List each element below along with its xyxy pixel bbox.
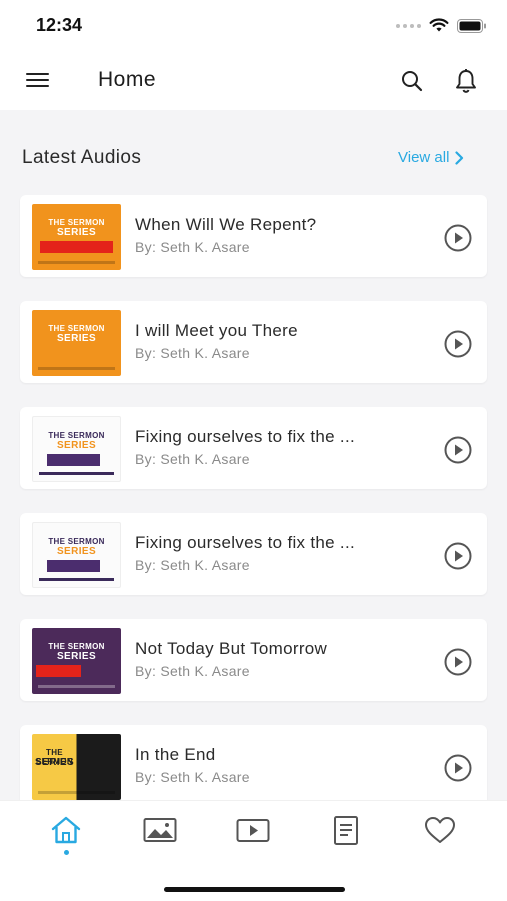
- thumbnail-footer: [39, 472, 114, 475]
- audio-card[interactable]: THE SERMON SERIES Fixing ourselves to fi…: [20, 513, 487, 595]
- thumbnail-banner: [47, 454, 100, 466]
- thumbnail-line-2: SERIES: [34, 757, 75, 768]
- thumbnail-line-1: THE SERMON: [48, 431, 105, 440]
- menu-icon[interactable]: [26, 71, 50, 89]
- audio-thumbnail: THE SERMON SERIES: [32, 522, 121, 588]
- thumbnail-line-2: SERIES: [56, 227, 97, 238]
- audio-card[interactable]: THE SERMON SERIES Not Today But Tomorrow…: [20, 619, 487, 701]
- view-all-link[interactable]: View all: [398, 149, 464, 166]
- video-icon[interactable]: [236, 815, 270, 845]
- status-bar: 12:34: [0, 0, 507, 52]
- audio-thumbnail: THE SERMON SERIES: [32, 204, 121, 270]
- signal-icon: [396, 23, 421, 28]
- thumbnail-line-2: SERIES: [56, 440, 97, 451]
- audio-thumbnail: THE SERMON SERIES: [32, 416, 121, 482]
- thumbnail-footer: [38, 685, 115, 688]
- audio-card[interactable]: THE SERMON SERIES When Will We Repent? B…: [20, 195, 487, 277]
- status-icons: [396, 18, 487, 33]
- play-icon[interactable]: [444, 224, 472, 252]
- app-header: Home: [0, 52, 507, 110]
- search-icon[interactable]: [400, 69, 424, 93]
- audio-card[interactable]: THE SERMON SERIES I will Meet you There …: [20, 301, 487, 383]
- audio-author: By: Seth K. Asare: [135, 345, 250, 361]
- page-title: Home: [98, 68, 157, 91]
- thumbnail-line-1: THE SERMON: [48, 537, 105, 546]
- audio-title: When Will We Repent?: [135, 215, 317, 234]
- active-tab-indicator: [64, 850, 69, 855]
- audio-thumbnail: THE SERMON SERIES: [32, 310, 121, 376]
- home-indicator: [164, 887, 345, 892]
- audio-title: Not Today But Tomorrow: [135, 639, 328, 658]
- thumbnail-banner: [40, 241, 113, 253]
- chevron-right-icon: [455, 150, 464, 165]
- thumbnail-footer: [38, 367, 115, 370]
- thumbnail-banner: [36, 665, 81, 677]
- wifi-icon: [429, 18, 449, 32]
- thumbnail-line-1: THE SERMON: [48, 642, 105, 651]
- audio-title: In the End: [135, 745, 216, 764]
- thumbnail-line-2: SERIES: [56, 651, 97, 662]
- audio-title: I will Meet you There: [135, 321, 298, 340]
- thumbnail-footer: [38, 791, 115, 794]
- play-icon[interactable]: [444, 436, 472, 464]
- bell-icon[interactable]: [454, 68, 478, 94]
- heart-icon[interactable]: [423, 815, 457, 845]
- thumbnail-banner: [47, 560, 100, 572]
- audio-card[interactable]: THE SERMON SERIES Fixing ourselves to fi…: [20, 407, 487, 489]
- play-icon[interactable]: [444, 648, 472, 676]
- play-icon[interactable]: [444, 754, 472, 782]
- audio-author: By: Seth K. Asare: [135, 769, 250, 785]
- home-icon[interactable]: [49, 815, 83, 845]
- battery-icon: [457, 18, 486, 33]
- play-icon[interactable]: [444, 542, 472, 570]
- audio-thumbnail: THE SERMON SERIES: [32, 628, 121, 694]
- image-icon[interactable]: [143, 815, 177, 845]
- play-icon[interactable]: [444, 330, 472, 358]
- view-all-label: View all: [398, 149, 450, 166]
- section-title: Latest Audios: [22, 147, 142, 168]
- audio-thumbnail: THE SERMON SERIES: [32, 734, 121, 800]
- audio-author: By: Seth K. Asare: [135, 663, 250, 679]
- audio-title: Fixing ourselves to fix the ...: [135, 427, 355, 446]
- status-time: 12:34: [36, 15, 83, 35]
- audio-title: Fixing ourselves to fix the ...: [135, 533, 355, 552]
- thumbnail-footer: [39, 578, 114, 581]
- audio-card[interactable]: THE SERMON SERIES In the End By: Seth K.…: [20, 725, 487, 807]
- bottom-nav: [0, 800, 507, 901]
- thumbnail-line-1: THE SERMON: [48, 218, 105, 227]
- thumbnail-footer: [38, 261, 115, 264]
- document-icon[interactable]: [329, 815, 363, 845]
- thumbnail-line-1: THE SERMON: [48, 324, 105, 333]
- thumbnail-line-2: SERIES: [56, 546, 97, 557]
- audio-author: By: Seth K. Asare: [135, 239, 250, 255]
- audio-author: By: Seth K. Asare: [135, 451, 250, 467]
- thumbnail-line-2: SERIES: [56, 333, 97, 344]
- audio-author: By: Seth K. Asare: [135, 557, 250, 573]
